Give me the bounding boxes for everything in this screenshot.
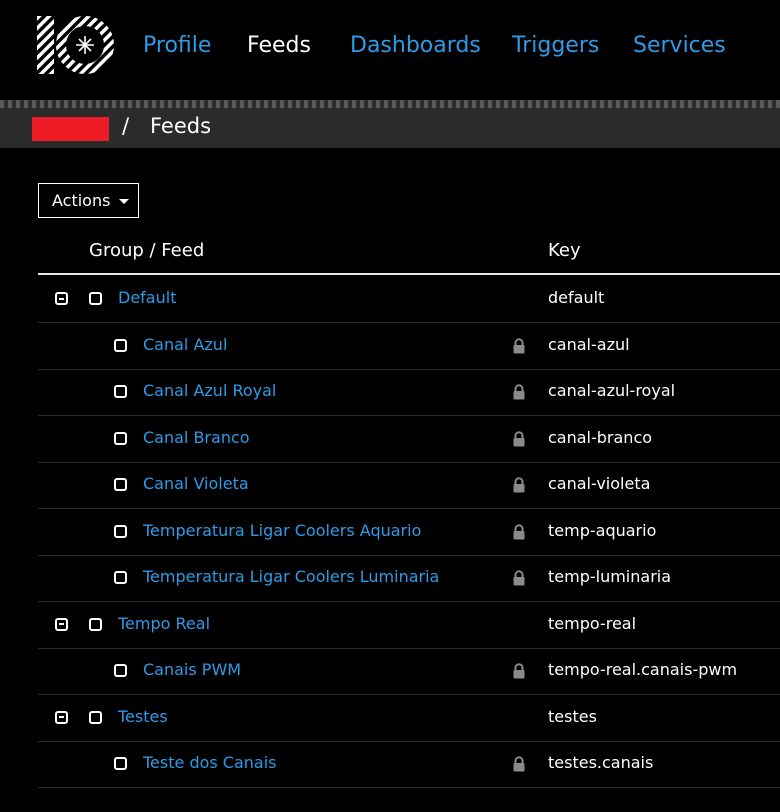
feed-row: Teste dos Canais testes.canais [38,741,780,788]
breadcrumb: / Feeds [0,108,780,148]
feed-checkbox[interactable] [114,431,127,445]
feed-row: Canal Branco canal-branco [38,416,780,463]
group-name-link[interactable]: Tempo Real [118,614,210,633]
header-divider [0,100,780,108]
group-row: Default default [38,276,780,323]
lock-icon [512,384,526,400]
nav-triggers[interactable]: Triggers [512,31,599,61]
feed-name-link[interactable]: Canal Azul [143,335,227,354]
feed-key: default [548,288,605,307]
feed-key: canal-branco [548,427,653,447]
caret-down-icon [119,199,130,204]
nav-dashboards[interactable]: Dashboards [350,31,481,61]
feed-row: Canal Azul canal-azul [38,323,780,370]
table-header-divider [38,273,780,275]
lock-icon [512,523,526,540]
feed-name-link[interactable]: Canais PWM [143,660,241,679]
lock-icon [512,570,526,586]
column-header-key: Key [548,240,581,261]
feed-name-link[interactable]: Teste dos Canais [143,753,277,772]
feed-name-link[interactable]: Temperatura Ligar Coolers Aquario [143,521,421,540]
feed-key: canal-azul-royal [548,381,676,400]
feed-key: canal-violeta [548,474,651,493]
lock-icon [512,430,526,447]
nav-services[interactable]: Services [633,31,726,61]
collapse-group-icon[interactable] [55,710,68,724]
feed-checkbox[interactable] [114,385,127,398]
feed-checkbox[interactable] [114,524,127,538]
feed-name-link[interactable]: Canal Branco [143,428,250,447]
group-row: Tempo Real tempo-real [38,602,780,649]
feed-checkbox[interactable] [114,571,127,584]
column-header-group-feed: Group / Feed [89,240,205,261]
actions-dropdown-button[interactable]: Actions [38,183,139,218]
lock-icon [512,756,526,772]
group-name-link[interactable]: Default [118,288,176,307]
feed-row: Temperatura Ligar Coolers Aquario temp-aq… [38,509,780,556]
nav-feeds[interactable]: Feeds [247,31,311,61]
feed-name-link[interactable]: Canal Azul Royal [143,381,276,400]
feed-name-link[interactable]: Canal Violeta [143,474,249,493]
actions-label: Actions [52,191,111,210]
lock-icon [512,663,526,679]
feed-key: tempo-real [548,613,637,633]
group-name-link[interactable]: Testes [118,707,168,726]
feed-row: Canais PWM tempo-real.canais-pwm [38,648,780,695]
feed-checkbox[interactable] [114,478,127,491]
feed-key: tempo-real.canais-pwm [548,660,738,679]
feed-checkbox[interactable] [114,664,127,677]
feed-row: Temperatura Ligar Coolers Luminaria temp-… [38,555,780,602]
feed-row: Canal Violeta canal-violeta [38,462,780,509]
feed-key: canal-azul [548,334,630,354]
feed-key: testes [548,706,597,726]
breadcrumb-separator: / [122,114,130,138]
lock-icon [512,477,526,493]
top-navigation: Profile Feeds Dashboards Triggers Servic… [0,0,780,100]
feed-key: testes.canais [548,753,654,772]
nav-profile[interactable]: Profile [143,31,211,61]
feed-checkbox[interactable] [114,338,127,352]
feed-key: temp-aquario [548,520,657,540]
feed-row: Canal Azul Royal canal-azul-royal [38,369,780,416]
group-row: Testes testes [38,695,780,742]
page-title: Feeds [150,114,212,138]
collapse-group-icon[interactable] [55,617,68,631]
breadcrumb-user-link[interactable] [32,117,109,141]
group-checkbox[interactable] [89,710,102,724]
collapse-group-icon[interactable] [55,292,68,305]
group-checkbox[interactable] [89,617,102,631]
feed-key: temp-luminaria [548,567,672,586]
feed-name-link[interactable]: Temperatura Ligar Coolers Luminaria [143,567,439,586]
feed-checkbox[interactable] [114,757,127,770]
io-logo[interactable] [37,16,114,74]
group-checkbox[interactable] [89,292,102,305]
lock-icon [512,337,526,354]
